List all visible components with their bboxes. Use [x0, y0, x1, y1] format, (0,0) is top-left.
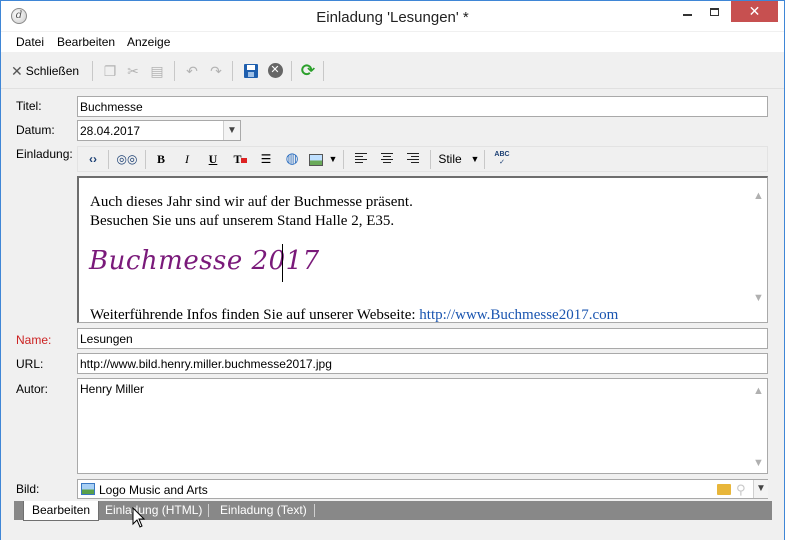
image-icon: [81, 483, 95, 495]
spellcheck-icon[interactable]: ABC ✓: [492, 151, 512, 167]
menu-bearbeiten[interactable]: Bearbeiten: [57, 35, 115, 49]
undo-icon[interactable]: ↶: [184, 63, 200, 79]
close-window-button[interactable]: ✕: [731, 1, 778, 22]
refresh-icon[interactable]: ⟳: [300, 62, 316, 79]
toolbar-separator: [323, 61, 324, 81]
invitation-form: Titel: Buchmesse Datum: 28.04.2017 ▼ Ein…: [1, 90, 784, 540]
minimize-icon: [682, 13, 692, 16]
menu-anzeige[interactable]: Anzeige: [127, 35, 170, 49]
toolbar-separator: [232, 61, 233, 81]
bold-button[interactable]: B: [154, 151, 168, 167]
editor-separator: [484, 150, 485, 169]
editor-toolbar: ‹› ◎◎ B I U T ☰ ◍ ▼ Stile ▼ ABC ✓: [77, 146, 768, 172]
chevron-up-icon[interactable]: ▲: [750, 385, 767, 397]
title-label: Titel:: [16, 99, 42, 113]
window-title: Einladung 'Lesungen' *: [316, 9, 469, 26]
mouse-pointer-icon: [132, 507, 146, 528]
cut-icon[interactable]: ✂: [125, 63, 141, 79]
rich-text-editor[interactable]: Auch dieses Jahr sind wir auf der Buchme…: [77, 176, 768, 323]
chevron-up-icon[interactable]: ▲: [750, 190, 767, 202]
chevron-down-icon[interactable]: ▼: [328, 151, 338, 167]
editor-separator: [108, 150, 109, 169]
name-label: Name:: [16, 333, 52, 347]
info-text: Weiterführende Infos finden Sie auf unse…: [90, 307, 420, 323]
url-input[interactable]: http://www.bild.henry.miller.buchmesse20…: [77, 353, 768, 374]
title-bar[interactable]: d Einladung 'Lesungen' * ✕: [1, 1, 784, 31]
tab-bar: Bearbeiten Einladung (HTML) Einladung (T…: [14, 501, 772, 521]
editor-heading: Buchmesse 2017: [89, 246, 320, 276]
menu-bar: Datei Bearbeiten Anzeige: [1, 32, 784, 52]
editor-separator: [430, 150, 431, 169]
redo-icon[interactable]: ↷: [208, 63, 224, 79]
toolbar-separator: [291, 61, 292, 81]
editor-separator: [145, 150, 146, 169]
tab-einladung-text[interactable]: Einladung (Text): [212, 501, 315, 520]
editor-link-line: Weiterführende Infos finden Sie auf unse…: [90, 307, 618, 323]
image-label: Bild:: [16, 482, 40, 496]
align-left-icon[interactable]: [354, 151, 368, 167]
find-binoculars-icon[interactable]: ◎◎: [116, 151, 138, 167]
tab-separator: [208, 504, 209, 517]
paste-icon[interactable]: ▤: [149, 63, 165, 79]
toolbar-separator: [174, 61, 175, 81]
close-icon: ✕: [11, 63, 23, 79]
maximize-icon: [709, 7, 719, 16]
toolbar-separator: [92, 61, 93, 81]
date-label: Datum:: [16, 123, 55, 137]
date-value: 28.04.2017: [80, 124, 141, 138]
author-scrollbar[interactable]: ▲ ▼: [750, 379, 767, 473]
editor-scrollbar[interactable]: ▲ ▼: [750, 178, 767, 322]
editor-separator: [343, 150, 344, 169]
name-input[interactable]: Lesungen: [77, 328, 768, 349]
insert-link-globe-icon[interactable]: ◍: [283, 151, 301, 167]
date-picker[interactable]: 28.04.2017 ▼: [77, 120, 241, 141]
editor-text-line: Auch dieses Jahr sind wir auf der Buchme…: [90, 194, 413, 210]
save-icon[interactable]: [243, 63, 259, 79]
bullet-list-icon[interactable]: ☰: [258, 151, 274, 167]
tab-einladung-html[interactable]: Einladung (HTML): [97, 501, 210, 520]
editor-text-line: Besuchen Sie uns auf unserem Stand Halle…: [90, 213, 395, 229]
copy-icon[interactable]: ❐: [102, 63, 118, 79]
website-link[interactable]: http://www.Buchmesse2017.com: [419, 307, 618, 322]
chevron-down-icon[interactable]: ▼: [753, 480, 768, 498]
cancel-icon[interactable]: ✕: [267, 63, 283, 79]
style-dropdown-label[interactable]: Stile: [436, 151, 464, 167]
main-toolbar: ✕ Schließen ❐ ✂ ▤ ↶ ↷ ✕ ⟳: [1, 53, 784, 89]
chevron-down-icon[interactable]: ▼: [750, 292, 767, 304]
chevron-down-icon[interactable]: ▼: [470, 151, 480, 167]
author-value: Henry Miller: [80, 382, 145, 396]
tab-separator: [314, 504, 315, 517]
image-link-field[interactable]: Logo Music and Arts ⚲ ▼: [77, 479, 768, 499]
maximize-button[interactable]: [701, 1, 727, 22]
tab-bearbeiten[interactable]: Bearbeiten: [23, 501, 100, 521]
search-icon[interactable]: ⚲: [736, 482, 746, 498]
close-button[interactable]: ✕ Schließen: [11, 63, 79, 79]
title-input[interactable]: Buchmesse: [77, 96, 768, 117]
invitation-label: Einladung:: [16, 147, 73, 161]
url-label: URL:: [16, 357, 44, 371]
minimize-button[interactable]: [674, 1, 700, 22]
folder-icon[interactable]: [717, 484, 731, 495]
author-textarea[interactable]: Henry Miller ▲ ▼: [77, 378, 768, 474]
chevron-down-icon[interactable]: ▼: [750, 457, 767, 469]
author-label: Autor:: [16, 382, 49, 396]
align-center-icon[interactable]: [380, 151, 394, 167]
chevron-down-icon[interactable]: ▼: [223, 121, 240, 140]
editor-window: d Einladung 'Lesungen' * ✕ Datei Bearbei…: [0, 0, 785, 540]
image-value: Logo Music and Arts: [99, 483, 208, 497]
italic-button[interactable]: I: [180, 151, 194, 167]
underline-button[interactable]: U: [206, 151, 220, 167]
insert-image-icon[interactable]: [308, 151, 324, 167]
source-code-icon[interactable]: ‹›: [84, 151, 102, 167]
font-color-icon[interactable]: T: [232, 151, 248, 167]
close-button-label: Schließen: [25, 64, 80, 78]
menu-datei[interactable]: Datei: [16, 35, 44, 49]
align-right-icon[interactable]: [406, 151, 420, 167]
text-caret: [282, 244, 283, 282]
